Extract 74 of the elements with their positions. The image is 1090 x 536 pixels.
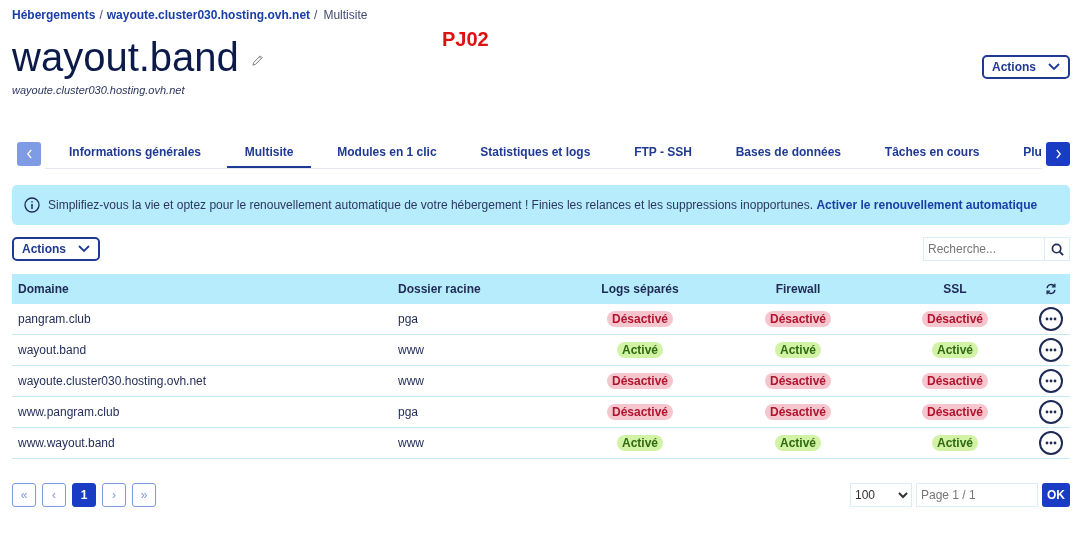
table-cell-text: www [397, 436, 425, 450]
table-cell-text: www.pangram.club [17, 405, 121, 419]
chevron-down-icon [1048, 63, 1060, 71]
column-header[interactable]: Logs séparés [562, 282, 718, 296]
actions-button[interactable]: Actions [12, 237, 100, 261]
status-badge: Activé [775, 342, 821, 358]
banner-message: Simplifiez-vous la vie et optez pour le renouvellement automatique de votre hébergement ! Finies les relances et les suppressions inopportunes. Activer le renouvellement automatique [48, 198, 1038, 212]
search-field[interactable]: Recherche... [923, 237, 1045, 261]
status-badge: Désactivé [764, 373, 831, 389]
more-options-button[interactable] [1039, 338, 1063, 362]
page-field[interactable]: Page 1 / 1 [916, 483, 1038, 507]
tab[interactable]: Tâches en cours [866, 138, 998, 168]
status-badge: Désactivé [921, 373, 988, 389]
more-options-button[interactable] [1039, 307, 1063, 331]
more-options-button[interactable] [1039, 400, 1063, 424]
status-badge: Désactivé [764, 311, 831, 327]
status-badge: Activé [617, 435, 663, 451]
table-cell-text: www [397, 343, 425, 357]
status-badge: Activé [775, 435, 821, 451]
column-header[interactable]: Dossier racine [392, 282, 562, 296]
tab[interactable]: Multisite [226, 138, 312, 168]
ellipsis-icon [1045, 348, 1057, 352]
pencil-icon[interactable] [250, 53, 264, 67]
status-badge: Désactivé [921, 404, 988, 420]
column-header[interactable]: Firewall [718, 282, 878, 296]
table-cell-text: wayoute.cluster030.hosting.ovh.net [17, 374, 208, 388]
table-cell-text: www.wayout.band [17, 436, 116, 450]
more-options-button[interactable] [1039, 369, 1063, 393]
tab[interactable]: Bases de données [717, 138, 860, 168]
status-badge: Désactivé [764, 404, 831, 420]
tab[interactable]: Modules en 1 clic [319, 138, 455, 168]
status-badge: Désactivé [606, 311, 673, 327]
tab[interactable]: Plu [1005, 138, 1042, 168]
table-cell-text: wayout.band [17, 343, 88, 357]
status-badge: Désactivé [606, 404, 673, 420]
breadcrumb-link[interactable]: wayoute.cluster030.hosting.ovh.net [106, 8, 311, 22]
status-badge: Désactivé [921, 311, 988, 327]
ellipsis-icon [1045, 317, 1057, 321]
info-icon [24, 197, 40, 213]
table-cell-text: www [397, 374, 425, 388]
ellipsis-icon [1045, 379, 1057, 383]
actions-button[interactable]: Actions [982, 55, 1070, 79]
page-size-select[interactable]: 100 [850, 483, 912, 507]
chevron-down-icon [78, 245, 90, 253]
chevron-right-icon [1054, 148, 1062, 159]
breadcrumb-separator: / [99, 8, 103, 22]
breadcrumb-link[interactable]: Hébergements [12, 8, 96, 22]
table-cell-text: pga [397, 312, 420, 326]
scroll-right-button[interactable] [1046, 141, 1070, 166]
more-options-button[interactable] [1039, 431, 1063, 455]
renewal-link[interactable]: Activer le renouvellement automatique [816, 198, 1038, 212]
tab[interactable]: Statistiques et logs [462, 138, 609, 168]
status-badge: Désactivé [606, 373, 673, 389]
tab[interactable]: Informations générales [51, 138, 220, 168]
column-header[interactable]: SSL [878, 282, 1032, 296]
annotation-label: PJ02 [442, 28, 489, 51]
table-cell-text: pga [397, 405, 420, 419]
page-title: wayout.band [12, 34, 239, 80]
status-badge: Activé [617, 342, 663, 358]
ellipsis-icon [1045, 441, 1057, 445]
column-header[interactable]: Domaine [12, 282, 392, 296]
status-badge: Activé [932, 435, 978, 451]
search-button[interactable] [1045, 237, 1070, 261]
table-cell-text: pangram.club [17, 312, 92, 326]
status-badge: Activé [932, 342, 978, 358]
chevron-left-icon [25, 148, 33, 159]
breadcrumb-current: Multisite [323, 8, 368, 22]
breadcrumb-separator: / [314, 8, 318, 22]
ok-button[interactable]: OK [1042, 483, 1070, 507]
hosting-subtitle: wayoute.cluster030.hosting.ovh.net [12, 84, 186, 96]
ellipsis-icon [1045, 410, 1057, 414]
page-button[interactable]: 1 [72, 483, 96, 507]
tab[interactable]: FTP - SSH [616, 138, 710, 168]
search-icon [1050, 242, 1064, 256]
